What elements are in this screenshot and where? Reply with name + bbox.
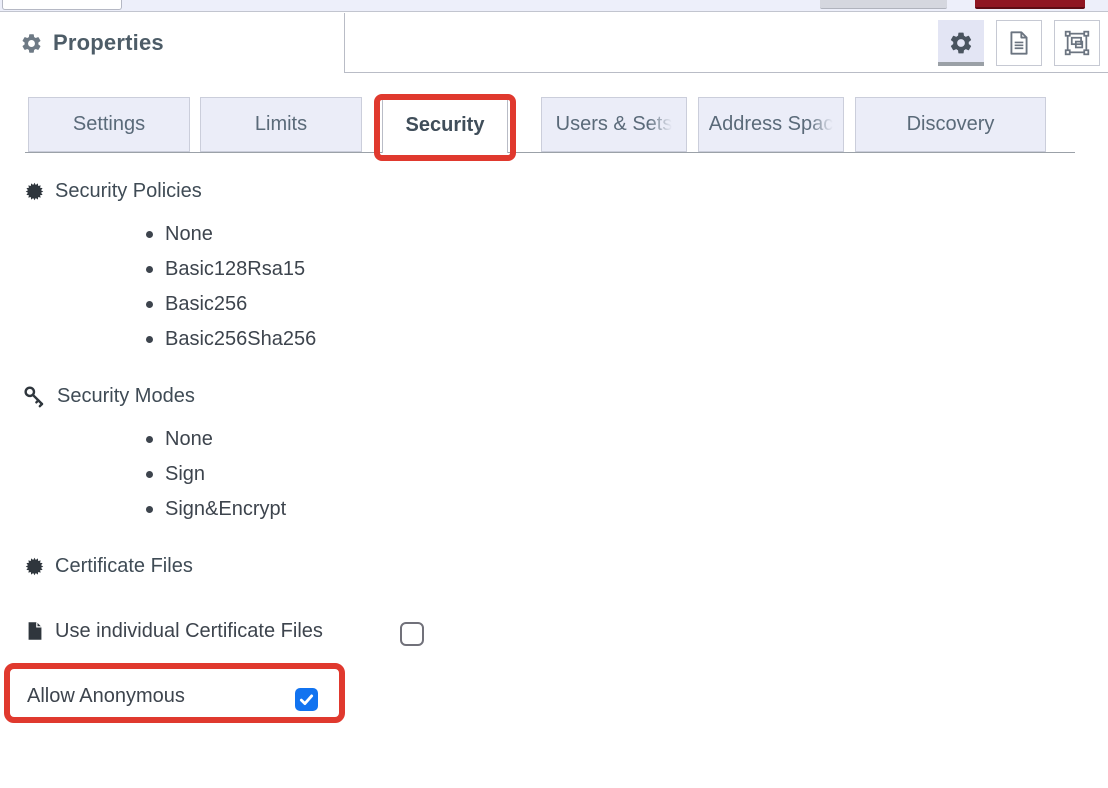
gear-icon	[948, 30, 974, 56]
tab-discovery[interactable]: Discovery	[855, 97, 1046, 152]
list-item: Basic256	[146, 287, 316, 322]
tab-label: Security	[406, 114, 485, 137]
tab-label: Discovery	[907, 113, 995, 136]
list-item: Basic128Rsa15	[146, 252, 316, 287]
gear-icon	[20, 32, 43, 55]
properties-header-tab: Properties	[0, 13, 345, 73]
certificate-seal-icon	[24, 181, 45, 202]
page-title: Properties	[53, 30, 164, 56]
header-toolbar	[345, 13, 1108, 73]
section-title: Security Modes	[57, 385, 195, 408]
cutoff-button-gray[interactable]	[820, 0, 947, 9]
cutoff-button-left[interactable]	[2, 0, 122, 10]
list-item: None	[146, 217, 316, 252]
panel-header: Properties	[0, 13, 1108, 73]
list-item: Sign&Encrypt	[146, 492, 286, 527]
security-policies-list: None Basic128Rsa15 Basic256 Basic256Sha2…	[146, 217, 316, 357]
key-icon	[22, 384, 47, 409]
properties-panel: Properties Settings	[0, 0, 1108, 788]
checkmark-icon	[297, 690, 316, 709]
tab-label: Users & Sets	[556, 113, 673, 136]
checkbox-label: Allow Anonymous	[27, 683, 185, 709]
allow-anonymous-checkbox[interactable]	[295, 688, 318, 711]
top-strip	[0, 0, 1108, 12]
certificate-seal-icon	[24, 556, 45, 577]
tab-label: Settings	[73, 113, 145, 136]
document-view-button[interactable]	[996, 20, 1042, 66]
section-title: Certificate Files	[55, 555, 193, 578]
tab-users-settings[interactable]: Users & Sets	[541, 97, 687, 152]
checkbox-label: Use individual Certificate Files	[55, 620, 323, 643]
list-item: Basic256Sha256	[146, 322, 316, 357]
section-security-modes: Security Modes	[22, 383, 195, 409]
section-certificate-files: Certificate Files	[24, 553, 193, 579]
list-item: None	[146, 422, 286, 457]
tab-limits[interactable]: Limits	[200, 97, 362, 152]
frame-select-view-button[interactable]	[1054, 20, 1100, 66]
document-icon	[1005, 29, 1033, 57]
file-icon	[24, 620, 46, 642]
security-modes-list: None Sign Sign&Encrypt	[146, 422, 286, 527]
section-security-policies: Security Policies	[24, 178, 202, 204]
frame-select-icon	[1063, 29, 1091, 57]
tab-label: Address Spac	[709, 113, 834, 136]
tab-security[interactable]: Security	[382, 97, 508, 153]
tab-bar: Settings Limits Security Users & Sets Ad…	[25, 97, 1075, 153]
list-item: Sign	[146, 457, 286, 492]
tab-label: Limits	[255, 113, 307, 136]
tab-settings[interactable]: Settings	[28, 97, 190, 152]
active-button-underline	[938, 62, 984, 66]
tab-address-space[interactable]: Address Spac	[698, 97, 844, 152]
section-title: Security Policies	[55, 180, 202, 203]
use-individual-certificate-files-row: Use individual Certificate Files	[24, 617, 323, 645]
cutoff-button-red[interactable]	[975, 0, 1085, 9]
use-individual-certificate-files-checkbox[interactable]	[400, 622, 424, 646]
properties-view-button[interactable]	[938, 20, 984, 66]
